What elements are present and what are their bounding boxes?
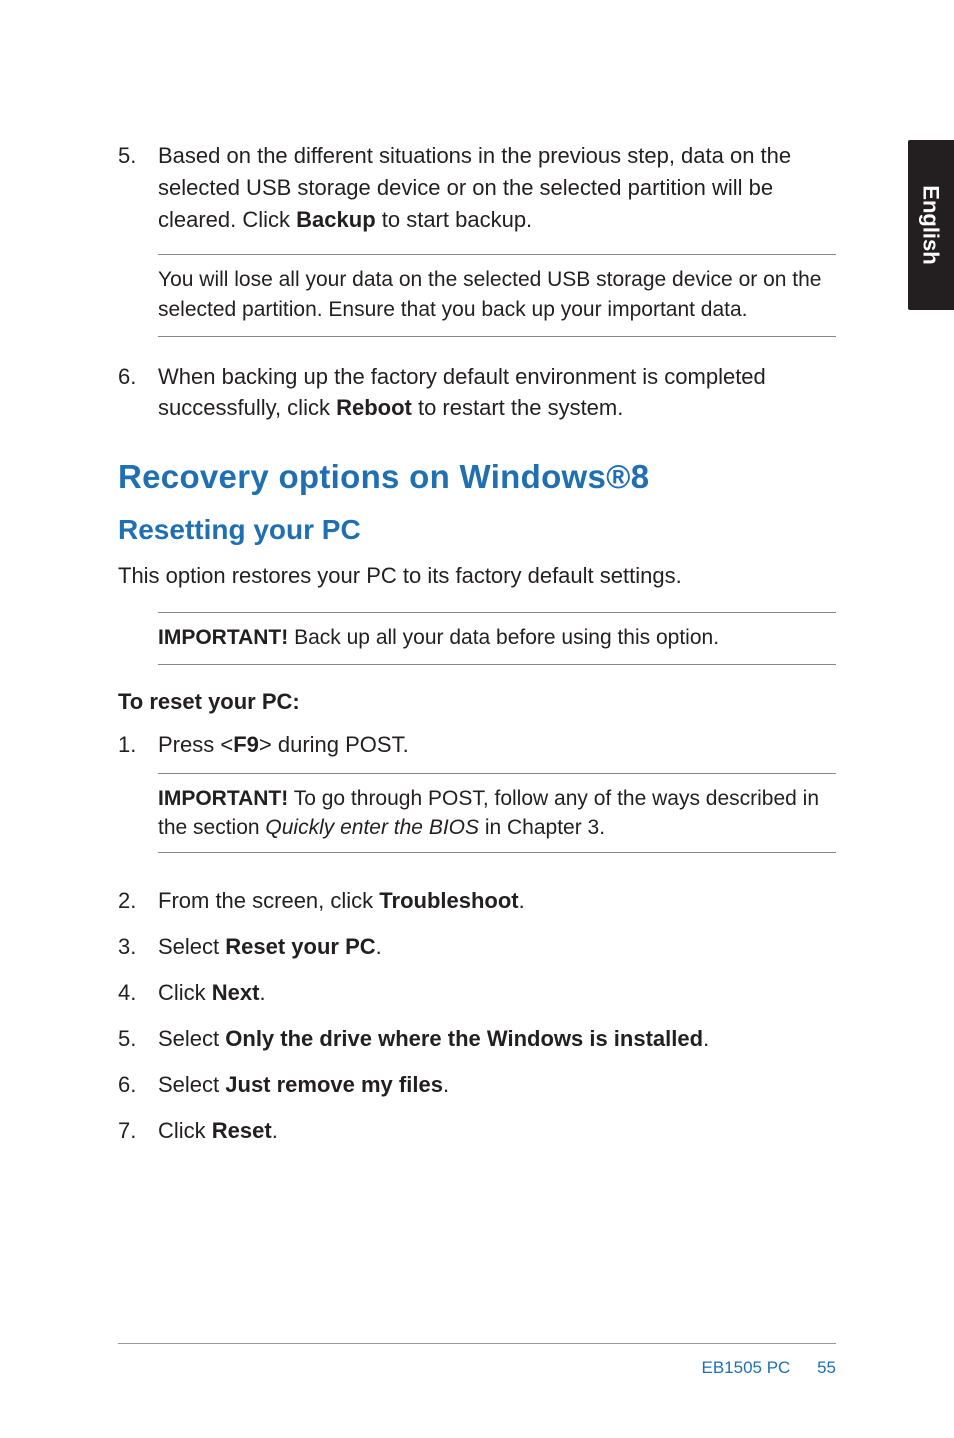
language-tab: English xyxy=(908,140,954,310)
subsection-heading: Resetting your PC xyxy=(118,514,836,546)
reset-steps-heading: To reset your PC: xyxy=(118,689,836,715)
page-footer: EB1505 PC 55 xyxy=(118,1343,836,1378)
list-number: 7. xyxy=(118,1115,158,1147)
reset-steps-list: 1. Press <F9> during POST. IMPORTANT! To… xyxy=(118,729,836,1147)
list-number: 6. xyxy=(118,361,158,425)
list-item: 7. Click Reset. xyxy=(118,1115,836,1147)
section-heading: Recovery options on Windows®8 xyxy=(118,458,836,496)
list-number: 6. xyxy=(118,1069,158,1101)
list-item: 3. Select Reset your PC. xyxy=(118,931,836,963)
list-item: 6. Select Just remove my files. xyxy=(118,1069,836,1101)
important-note-inline: IMPORTANT! To go through POST, follow an… xyxy=(158,773,836,854)
page-content: 5. Based on the different situations in … xyxy=(0,0,954,1147)
list-item: 2. From the screen, click Troubleshoot. xyxy=(118,885,836,917)
important-label: IMPORTANT! xyxy=(158,626,288,649)
footer-page-number: 55 xyxy=(817,1358,836,1377)
important-label: IMPORTANT! xyxy=(158,787,288,810)
list-body: Select Reset your PC. xyxy=(158,931,836,963)
intro-text: This option restores your PC to its fact… xyxy=(118,560,836,592)
list-item: 6. When backing up the factory default e… xyxy=(118,361,836,425)
list-item: 5. Based on the different situations in … xyxy=(118,140,836,236)
list-body: Select Just remove my files. xyxy=(158,1069,836,1101)
footer-model: EB1505 PC xyxy=(702,1358,791,1377)
list-number: 5. xyxy=(118,140,158,236)
list-number: 4. xyxy=(118,977,158,1009)
list-number: 2. xyxy=(118,885,158,917)
list-body: Press <F9> during POST. IMPORTANT! To go… xyxy=(158,729,836,872)
list-body: Based on the different situations in the… xyxy=(158,140,836,236)
list-number: 3. xyxy=(118,931,158,963)
important-note: IMPORTANT! Back up all your data before … xyxy=(158,612,836,664)
list-item: 1. Press <F9> during POST. IMPORTANT! To… xyxy=(118,729,836,872)
list-number: 1. xyxy=(118,729,158,872)
language-label: English xyxy=(918,185,944,264)
list-body: When backing up the factory default envi… xyxy=(158,361,836,425)
list-number: 5. xyxy=(118,1023,158,1055)
list-body: Select Only the drive where the Windows … xyxy=(158,1023,836,1055)
list-body: From the screen, click Troubleshoot. xyxy=(158,885,836,917)
list-body: Click Next. xyxy=(158,977,836,1009)
list-item: 5. Select Only the drive where the Windo… xyxy=(118,1023,836,1055)
list-item: 4. Click Next. xyxy=(118,977,836,1009)
note-warning: You will lose all your data on the selec… xyxy=(158,254,836,337)
list-body: Click Reset. xyxy=(158,1115,836,1147)
